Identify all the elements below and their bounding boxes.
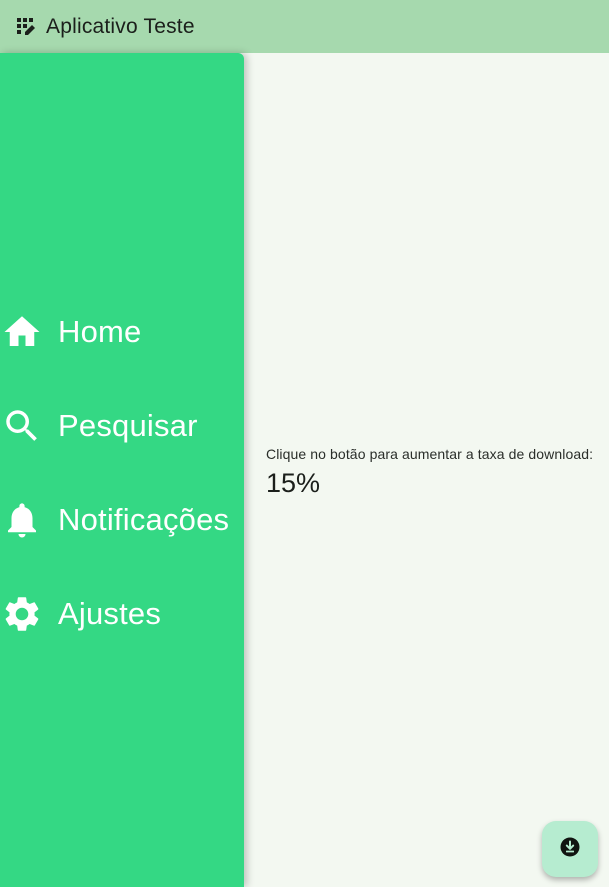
main-content: Clique no botão para aumentar a taxa de …: [266, 446, 593, 499]
app-title: Aplicativo Teste: [46, 14, 195, 38]
gear-icon: [0, 592, 44, 636]
bell-icon: [0, 498, 44, 542]
drawer-item-label: Pesquisar: [58, 408, 198, 443]
download-rate-value: 15%: [266, 468, 321, 498]
app-bar: Aplicativo Teste: [0, 0, 609, 53]
drawer-item-home[interactable]: Home: [0, 302, 244, 362]
drawer-item-label: Notificações: [58, 502, 230, 537]
download-icon: [558, 835, 582, 864]
dashboard-edit-icon: [16, 17, 36, 37]
navigation-drawer: Home Pesquisar Notificações Ajustes: [0, 53, 244, 887]
download-rate-hint: Clique no botão para aumentar a taxa de …: [266, 446, 594, 462]
drawer-item-search[interactable]: Pesquisar: [0, 396, 244, 456]
drawer-item-label: Home: [58, 314, 142, 349]
download-button[interactable]: [542, 821, 598, 877]
drawer-item-label: Ajustes: [58, 596, 162, 631]
drawer-item-settings[interactable]: Ajustes: [0, 584, 244, 644]
search-icon: [0, 404, 44, 448]
drawer-item-notifications[interactable]: Notificações: [0, 490, 244, 550]
home-icon: [0, 310, 44, 354]
